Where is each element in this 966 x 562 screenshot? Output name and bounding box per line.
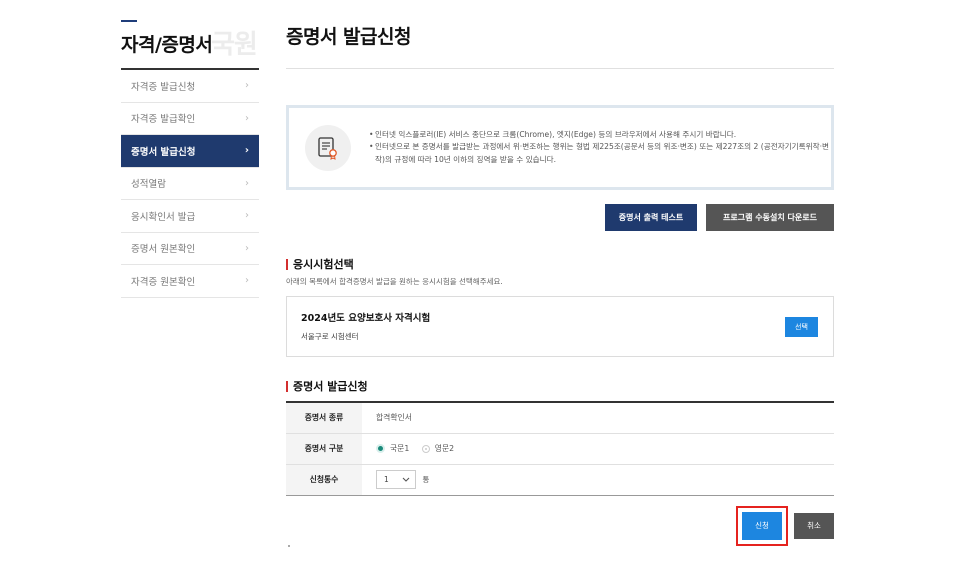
chevron-right-icon: › — [245, 177, 249, 189]
main-content: 증명서 발급신청 인터넷 익스플로러(IE) 서비스 종단으로 크롬(Chrom… — [286, 20, 834, 546]
exam-section-description: 아래의 목록에서 합격증명서 발급을 원하는 응시시험을 선택해주세요. — [286, 277, 503, 286]
sidebar-item-exam-confirmation[interactable]: 응시확인서 발급 › — [121, 200, 259, 233]
exam-list-item: 2024년도 요양보호사 자격시험 서울구로 시험센터 선택 — [286, 296, 834, 357]
page-title: 증명서 발급신청 — [286, 20, 834, 69]
section-heading-text: 응시시험선택 — [293, 258, 354, 271]
sidebar-item-label: 성적열람 — [131, 179, 166, 191]
sidebar-item-label: 자격증 원본확인 — [131, 276, 196, 288]
certificate-type-label: 증명서 종류 — [286, 402, 362, 434]
sidebar: 자격/증명서 국원 자격증 발급신청 › 자격증 발급확인 › 증명서 발급신청… — [121, 20, 259, 298]
submit-buttons: 신청 취소 — [286, 505, 834, 546]
manual-install-download-button[interactable]: 프로그램 수동설치 다운로드 — [706, 204, 834, 231]
radio-korean[interactable]: 국문1 — [376, 443, 409, 454]
table-row: 신청통수 1 통 — [286, 464, 834, 496]
notice-line: 인터넷으로 본 증명서를 발급받는 과정에서 위·변조하는 행위는 형법 제22… — [369, 141, 831, 166]
radio-unselected-icon — [421, 444, 430, 453]
sidebar-item-cert-license-apply[interactable]: 자격증 발급신청 › — [121, 70, 259, 103]
apply-section-heading: 증명서 발급신청 — [286, 379, 834, 393]
sidebar-item-score-view[interactable]: 성적열람 › — [121, 168, 259, 200]
apply-button-highlight: 신청 — [736, 505, 788, 546]
sidebar-accent-line — [121, 20, 137, 22]
sidebar-item-certificate-apply[interactable]: 증명서 발급신청 › — [121, 135, 259, 168]
request-count-select[interactable]: 1 — [376, 470, 416, 489]
notice-box: 인터넷 익스플로러(IE) 서비스 종단으로 크롬(Chrome), 엣지(Ed… — [286, 105, 834, 190]
action-buttons: 증명서 출력 테스트 프로그램 수동설치 다운로드 — [286, 204, 834, 231]
sidebar-item-license-original[interactable]: 자격증 원본확인 › — [121, 265, 259, 298]
chevron-right-icon: › — [245, 80, 249, 92]
sidebar-item-label: 자격증 발급신청 — [131, 81, 196, 93]
radio-selected-icon — [376, 443, 385, 453]
request-count-value: 1 — [384, 475, 389, 484]
apply-button[interactable]: 신청 — [742, 511, 782, 540]
request-count-label: 신청통수 — [286, 464, 362, 496]
chevron-right-icon: › — [244, 145, 249, 157]
exam-section-heading: 응시시험선택 — [286, 257, 834, 271]
decorative-dot — [288, 545, 290, 547]
sidebar-header: 자격/증명서 국원 — [121, 28, 259, 70]
certificate-category-label: 증명서 구분 — [286, 433, 362, 465]
sidebar-item-certificate-original[interactable]: 증명서 원본확인 › — [121, 233, 259, 265]
sidebar-item-label: 자격증 발급확인 — [131, 114, 196, 126]
select-exam-button[interactable]: 선택 — [785, 317, 818, 337]
chevron-right-icon: › — [245, 242, 249, 254]
request-count-unit: 통 — [422, 474, 430, 484]
radio-label: 국문1 — [390, 443, 410, 453]
notice-line: 인터넷 익스플로러(IE) 서비스 종단으로 크롬(Chrome), 엣지(Ed… — [369, 129, 831, 142]
certificate-category-options: 국문1 영문2 — [362, 433, 834, 465]
print-test-button[interactable]: 증명서 출력 테스트 — [605, 204, 697, 231]
notice-text: 인터넷 익스플로러(IE) 서비스 종단으로 크롬(Chrome), 엣지(Ed… — [369, 129, 831, 167]
section-marker — [286, 258, 288, 270]
exam-center: 서울구로 시험센터 — [301, 332, 359, 341]
table-row: 증명서 구분 국문1 영문2 — [286, 433, 834, 465]
apply-form-table: 증명서 종류 합격확인서 증명서 구분 국문1 영문2 신청통수 1 통 — [286, 401, 834, 496]
request-count-field: 1 통 — [362, 464, 834, 496]
sidebar-item-label: 증명서 발급신청 — [131, 146, 196, 158]
sidebar-item-label: 응시확인서 발급 — [131, 211, 196, 223]
sidebar-item-label: 증명서 원본확인 — [131, 244, 196, 256]
exam-name: 2024년도 요양보호사 자격시험 — [301, 313, 431, 324]
sidebar-title: 자격/증명서 — [121, 34, 213, 56]
section-marker — [286, 380, 288, 392]
chevron-right-icon: › — [245, 275, 249, 287]
cancel-button[interactable]: 취소 — [794, 512, 834, 539]
radio-label: 영문2 — [434, 444, 455, 453]
certificate-type-value: 합격확인서 — [362, 402, 834, 434]
chevron-right-icon: › — [245, 112, 249, 124]
radio-english[interactable]: 영문2 — [421, 443, 455, 454]
table-row: 증명서 종류 합격확인서 — [286, 402, 834, 434]
chevron-right-icon: › — [245, 210, 249, 222]
chevron-down-icon — [402, 477, 410, 482]
document-certificate-icon — [305, 124, 351, 171]
sidebar-item-cert-license-confirm[interactable]: 자격증 발급확인 › — [121, 103, 259, 135]
section-heading-text: 증명서 발급신청 — [293, 380, 368, 393]
